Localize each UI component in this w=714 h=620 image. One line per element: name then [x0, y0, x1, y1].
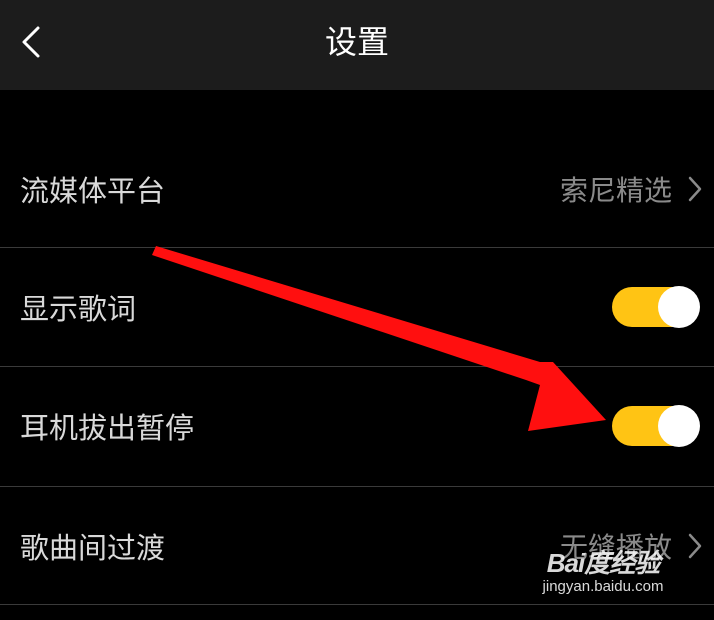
setting-row-crossfade[interactable]: 歌曲间过渡 无缝播放 [0, 487, 714, 605]
setting-value-crossfade: 无缝播放 [559, 531, 672, 564]
headphone-pause-toggle[interactable] [612, 405, 700, 447]
show-lyrics-toggle[interactable] [612, 286, 700, 328]
toggle-knob [658, 405, 700, 447]
setting-label-headphone-pause: 耳机拔出暂停 [20, 411, 195, 445]
toggle-knob [658, 286, 700, 328]
chevron-right-icon [688, 533, 702, 559]
page-title: 设置 [324, 23, 389, 61]
setting-row-headphone-pause: 耳机拔出暂停 [0, 367, 714, 485]
setting-value-streaming-platform: 索尼精选 [559, 174, 672, 207]
divider [0, 604, 714, 605]
setting-row-streaming-platform[interactable]: 流媒体平台 索尼精选 [0, 130, 714, 248]
setting-label-show-lyrics: 显示歌词 [20, 292, 137, 326]
top-bar: 设置 [0, 0, 714, 90]
chevron-right-icon [688, 176, 702, 202]
setting-label-crossfade: 歌曲间过渡 [20, 531, 166, 565]
setting-label-streaming-platform: 流媒体平台 [20, 174, 166, 208]
setting-row-show-lyrics: 显示歌词 [0, 248, 714, 366]
